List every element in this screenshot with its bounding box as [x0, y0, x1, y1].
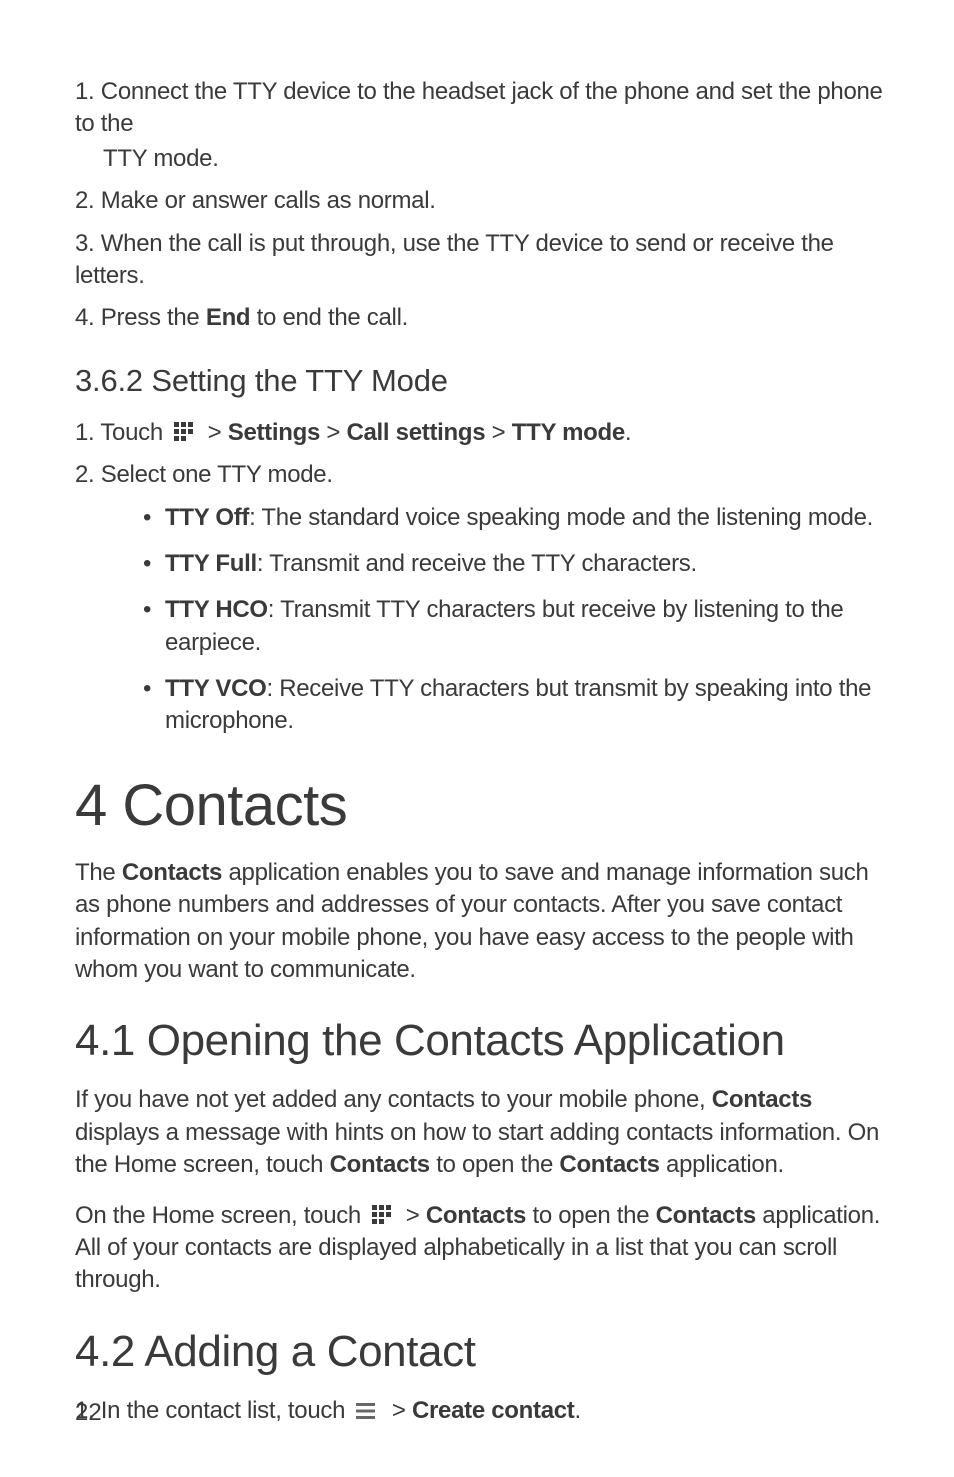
- step-text: Make or answer calls as normal.: [101, 187, 436, 214]
- step-number: 1.: [75, 419, 94, 446]
- step-text: Connect the TTY device to the headset ja…: [75, 78, 883, 137]
- step-text-pre: Touch: [100, 419, 169, 446]
- sep: >: [399, 1202, 425, 1229]
- step-number: 1.: [75, 78, 94, 105]
- heading-4-1: 4.1 Opening the Contacts Application: [75, 1016, 894, 1066]
- list-text: : The standard voice speaking mode and t…: [249, 504, 873, 531]
- step-number: 3.: [75, 230, 94, 257]
- para-pre: The: [75, 859, 122, 886]
- step-a-3: 3. When the call is put through, use the…: [75, 228, 894, 293]
- page-number: 22: [75, 1399, 102, 1427]
- contacts-label: Contacts: [122, 859, 222, 886]
- contacts-intro: The Contacts application enables you to …: [75, 857, 894, 987]
- list-item: TTY VCO: Receive TTY characters but tran…: [143, 673, 894, 738]
- create-contact-label: Create contact: [412, 1397, 575, 1424]
- sep: >: [386, 1397, 412, 1424]
- step-text-cont: TTY mode.: [103, 143, 894, 175]
- step-a-4: 4. Press the End to end the call.: [75, 302, 894, 334]
- step-number: 2.: [75, 187, 94, 214]
- settings-label: Settings: [228, 419, 320, 446]
- step-a-2: 2. Make or answer calls as normal.: [75, 185, 894, 217]
- period: .: [625, 419, 631, 446]
- tty-hco-label: TTY HCO: [165, 596, 268, 623]
- step-text: Select one TTY mode.: [101, 461, 333, 488]
- contacts-label: Contacts: [656, 1202, 756, 1229]
- contacts-label: Contacts: [712, 1086, 812, 1113]
- para-mid2: to open the: [430, 1151, 560, 1178]
- step-c-1: 1. In the contact list, touch > Create c…: [75, 1395, 894, 1427]
- para-41b: On the Home screen, touch > Contacts to …: [75, 1200, 894, 1297]
- heading-4-2: 4.2 Adding a Contact: [75, 1327, 894, 1377]
- heading-4: 4 Contacts: [75, 772, 894, 839]
- contacts-label: Contacts: [426, 1202, 526, 1229]
- step-text-pre: In the contact list, touch: [101, 1397, 352, 1424]
- step-text-pre: Press the: [101, 304, 206, 331]
- step-b-1: 1. Touch > Settings > Call settings > TT…: [75, 417, 894, 449]
- contacts-label: Contacts: [330, 1151, 430, 1178]
- tty-mode-list: TTY Off: The standard voice speaking mod…: [143, 502, 894, 738]
- list-item: TTY HCO: Transmit TTY characters but rec…: [143, 594, 894, 659]
- list-text: : Receive TTY characters but transmit by…: [266, 675, 871, 702]
- list-text-cont: microphone.: [165, 705, 894, 737]
- tty-mode-label: TTY mode: [512, 419, 625, 446]
- list-item: TTY Full: Transmit and receive the TTY c…: [143, 548, 894, 580]
- menu-icon: [356, 1397, 380, 1415]
- para-pre: On the Home screen, touch: [75, 1202, 367, 1229]
- step-text-post: to end the call.: [250, 304, 408, 331]
- sep: >: [320, 419, 346, 446]
- sep: >: [201, 419, 227, 446]
- para-pre: If you have not yet added any contacts t…: [75, 1086, 712, 1113]
- apps-grid-icon: [371, 1203, 393, 1225]
- para-41a: If you have not yet added any contacts t…: [75, 1084, 894, 1181]
- step-b-2: 2. Select one TTY mode.: [75, 459, 894, 491]
- tty-off-label: TTY Off: [165, 504, 249, 531]
- tty-full-label: TTY Full: [165, 550, 257, 577]
- tty-vco-label: TTY VCO: [165, 675, 266, 702]
- apps-grid-icon: [173, 420, 195, 442]
- list-item: TTY Off: The standard voice speaking mod…: [143, 502, 894, 534]
- contacts-label: Contacts: [559, 1151, 659, 1178]
- para-mid: to open the: [526, 1202, 656, 1229]
- period: .: [575, 1397, 581, 1424]
- call-settings-label: Call settings: [346, 419, 485, 446]
- step-number: 2.: [75, 461, 94, 488]
- para-end: application.: [660, 1151, 784, 1178]
- heading-3-6-2: 3.6.2 Setting the TTY Mode: [75, 363, 894, 399]
- list-text: : Transmit and receive the TTY character…: [257, 550, 697, 577]
- step-text: When the call is put through, use the TT…: [75, 230, 834, 289]
- step-a-1: 1. Connect the TTY device to the headset…: [75, 76, 894, 175]
- sep: >: [485, 419, 511, 446]
- step-number: 4.: [75, 304, 94, 331]
- end-label: End: [206, 304, 250, 331]
- document-page: 1. Connect the TTY device to the headset…: [0, 0, 954, 1477]
